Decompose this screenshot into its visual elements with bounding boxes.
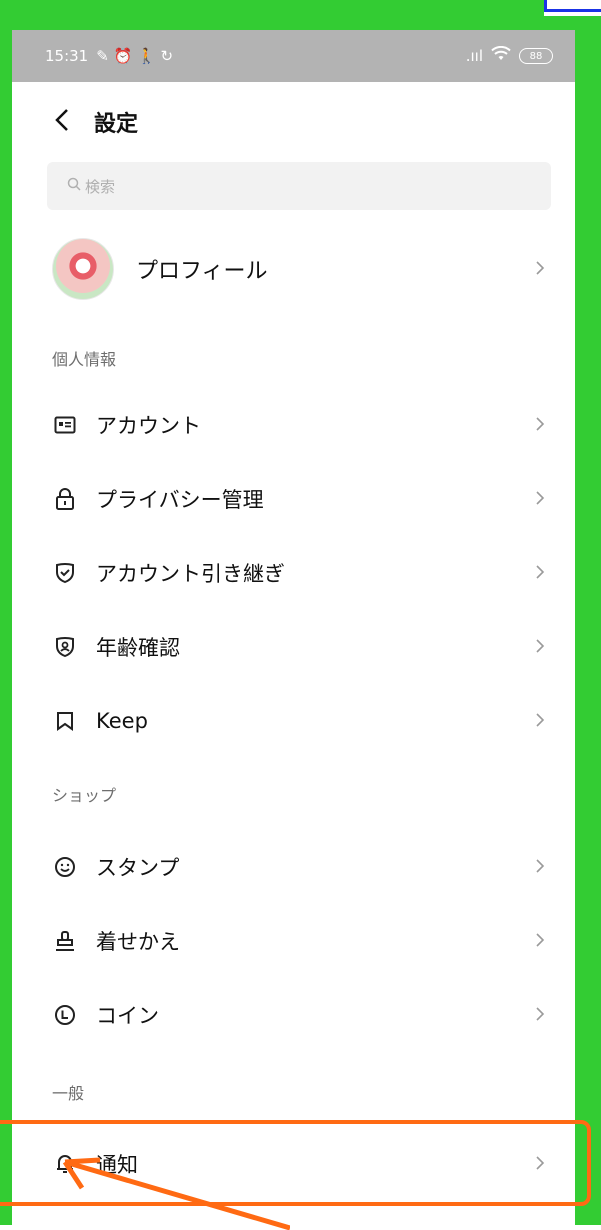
chevron-right-icon	[535, 635, 545, 659]
section-personal: 個人情報	[52, 350, 117, 369]
settings-item-age-verification[interactable]: 年齢確認	[12, 610, 575, 684]
shop-list: スタンプ 着せかえ コイン	[12, 830, 575, 1052]
settings-item-label: 年齢確認	[96, 636, 180, 660]
chevron-right-icon	[535, 487, 545, 511]
settings-item-coins[interactable]: コイン	[12, 978, 575, 1052]
search-icon	[67, 177, 81, 195]
settings-item-privacy[interactable]: プライバシー管理	[12, 462, 575, 536]
chevron-right-icon	[535, 561, 545, 585]
personal-list: アカウント プライバシー管理 アカウント引き継ぎ 年齢確認 Keep	[12, 388, 575, 758]
wifi-icon	[491, 45, 511, 66]
profile-label: プロフィール	[136, 259, 268, 284]
settings-item-keep[interactable]: Keep	[12, 684, 575, 758]
settings-item-label: アカウント	[96, 414, 201, 438]
search-input[interactable]: 検索	[47, 162, 551, 210]
settings-item-account[interactable]: アカウント	[12, 388, 575, 462]
id-card-icon	[52, 412, 78, 438]
settings-item-label: Keep	[96, 709, 148, 733]
chevron-right-icon	[535, 1003, 545, 1027]
coin-icon	[52, 1002, 78, 1028]
annotation-arrow	[62, 1157, 290, 1230]
section-shop: ショップ	[52, 786, 117, 805]
section-general: 一般	[52, 1084, 85, 1103]
chevron-right-icon	[535, 413, 545, 437]
settings-item-label: アカウント引き継ぎ	[96, 562, 285, 586]
chevron-right-icon	[535, 709, 545, 733]
chevron-right-icon	[535, 855, 545, 879]
chevron-right-icon	[535, 1152, 545, 1176]
settings-item-account-transfer[interactable]: アカウント引き継ぎ	[12, 536, 575, 610]
page-title: 設定	[94, 112, 139, 137]
settings-item-themes[interactable]: 着せかえ	[12, 904, 575, 978]
chevron-right-icon	[535, 257, 545, 281]
smile-icon	[52, 854, 78, 880]
lock-icon	[52, 486, 78, 512]
shield-check-icon	[52, 560, 78, 586]
clock: 15:31	[45, 47, 89, 65]
settings-item-stickers[interactable]: スタンプ	[12, 830, 575, 904]
profile-row[interactable]: プロフィール	[12, 210, 575, 328]
back-button[interactable]	[54, 106, 94, 139]
avatar	[52, 238, 114, 300]
battery-icon: 88	[519, 48, 553, 64]
blue-corner-marker	[544, 0, 601, 16]
chevron-right-icon	[535, 929, 545, 953]
settings-item-label: コイン	[96, 1004, 159, 1028]
settings-header: 設定	[12, 82, 575, 162]
settings-item-label: スタンプ	[96, 856, 180, 880]
status-icons-left: ✎ ⏰ 🚶 ↻	[96, 47, 174, 65]
brush-icon	[52, 928, 78, 954]
settings-item-label: 着せかえ	[96, 930, 180, 954]
id-shield-icon	[52, 634, 78, 660]
settings-item-label: プライバシー管理	[96, 488, 264, 512]
bookmark-icon	[52, 708, 78, 734]
phone-screen: 15:31 ✎ ⏰ 🚶 ↻ .ııl 88 設定 検索 プロフィール 個人情報 …	[12, 30, 575, 1225]
status-bar: 15:31 ✎ ⏰ 🚶 ↻ .ııl 88	[12, 30, 575, 82]
signal-icon: .ııl	[465, 47, 483, 65]
search-placeholder: 検索	[85, 177, 116, 196]
